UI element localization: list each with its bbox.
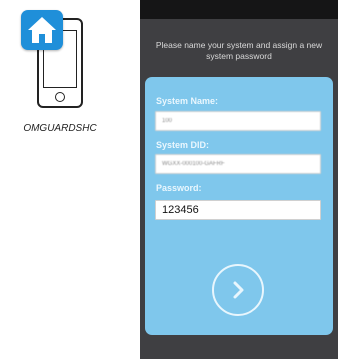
phone-home-button	[55, 92, 65, 102]
home-icon	[21, 10, 63, 50]
system-setup-form: System Name: System DID: Password:	[145, 77, 333, 335]
instruction-text: Please name your system and assign a new…	[155, 40, 323, 61]
system-did-input[interactable]	[155, 154, 321, 174]
app-screen: Please name your system and assign a new…	[140, 0, 338, 359]
chevron-right-icon	[233, 281, 244, 299]
device-label: OMGUARDSHC	[23, 123, 97, 134]
password-label: Password:	[156, 183, 202, 193]
status-bar	[140, 0, 338, 19]
system-did-label: System DID:	[156, 140, 210, 150]
device-illustration: OMGUARDSHC	[0, 0, 120, 359]
system-name-input[interactable]	[155, 111, 321, 131]
password-input[interactable]	[155, 200, 321, 220]
system-name-label: System Name:	[156, 96, 219, 106]
submit-button[interactable]	[212, 264, 264, 316]
